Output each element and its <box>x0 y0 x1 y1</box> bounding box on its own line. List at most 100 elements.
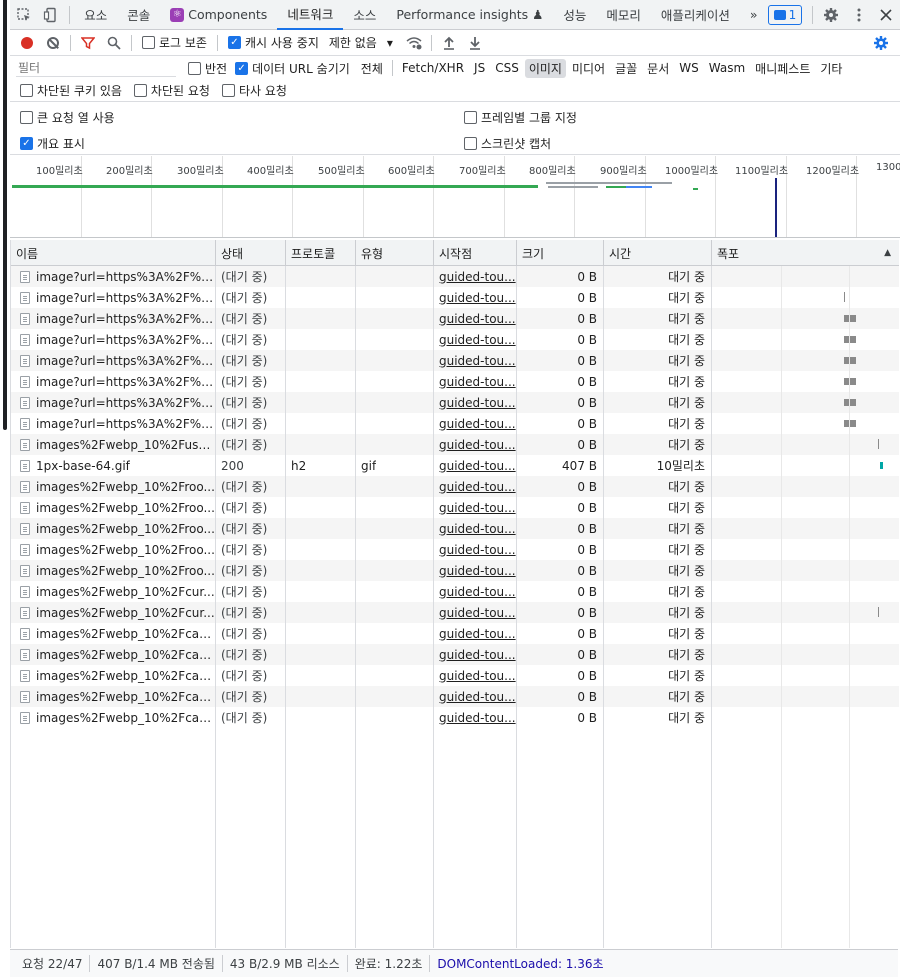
cell-name[interactable]: images%2Fwebp_10%2Fcate... <box>11 707 216 728</box>
initiator-link[interactable]: guided-tou... <box>439 312 516 326</box>
clear-button[interactable] <box>40 30 66 56</box>
initiator-link[interactable]: guided-tou... <box>439 627 516 641</box>
cell-initiator[interactable]: guided-tou... <box>434 539 517 560</box>
type-filter-css[interactable]: CSS <box>491 60 523 76</box>
cell-name[interactable]: image?url=https%3A%2F%2... <box>11 371 216 392</box>
checkbox-box[interactable] <box>20 84 33 97</box>
type-filter-manifest[interactable]: 매니페스트 <box>751 59 814 78</box>
cell-name[interactable]: images%2Fwebp_10%2Fcur... <box>11 581 216 602</box>
cell-initiator[interactable]: guided-tou... <box>434 350 517 371</box>
tab-elements[interactable]: 요소 <box>74 0 117 30</box>
initiator-link[interactable]: guided-tou... <box>439 669 516 683</box>
checkbox-box[interactable] <box>188 61 201 75</box>
cell-initiator[interactable]: guided-tou... <box>434 476 517 497</box>
tab-network[interactable]: 네트워크 <box>277 0 344 30</box>
table-row[interactable]: image?url=https%3A%2F%2... (대기 중) guided-t… <box>11 413 899 434</box>
cell-initiator[interactable]: guided-tou... <box>434 266 517 287</box>
cell-name[interactable]: image?url=https%3A%2F%2... <box>11 392 216 413</box>
cell-initiator[interactable]: guided-tou... <box>434 308 517 329</box>
initiator-link[interactable]: guided-tou... <box>439 543 516 557</box>
column-header-time[interactable]: 시간 <box>604 240 712 266</box>
filter-input[interactable] <box>16 59 176 77</box>
checkbox-box[interactable] <box>464 137 477 150</box>
kebab-menu-icon[interactable] <box>845 0 873 30</box>
table-row[interactable]: images%2Fwebp_10%2Fcate... (대기 중) guided-t… <box>11 644 899 665</box>
initiator-link[interactable]: guided-tou... <box>439 375 516 389</box>
checkbox-box[interactable] <box>221 84 235 97</box>
cell-name[interactable]: images%2Fwebp_10%2Fcate... <box>11 623 216 644</box>
type-filter-img[interactable]: 이미지 <box>524 58 566 78</box>
table-row[interactable]: images%2Fwebp_10%2Fcur... (대기 중) guided-to… <box>11 581 899 602</box>
checkbox-box[interactable] <box>133 84 147 97</box>
table-row[interactable]: images%2Fwebp_10%2Froo... (대기 중) guided-to… <box>11 560 899 581</box>
tab-memory[interactable]: 메모리 <box>596 0 651 30</box>
cell-initiator[interactable]: guided-tou... <box>434 497 517 518</box>
cell-name[interactable]: images%2Fwebp_10%2Fcur... <box>11 602 216 623</box>
group-by-frame-checkbox[interactable]: 프레임별 그룹 지정 <box>464 109 577 126</box>
show-overview-checkbox[interactable]: ✓ 개요 표시 <box>20 135 85 152</box>
type-filter-other[interactable]: 기타 <box>816 59 846 78</box>
table-row[interactable]: image?url=https%3A%2F%2... (대기 중) guided-t… <box>11 287 899 308</box>
type-filter-js[interactable]: JS <box>470 60 489 76</box>
type-filter-doc[interactable]: 문서 <box>643 59 673 78</box>
table-row[interactable]: image?url=https%3A%2F%2... (대기 중) guided-t… <box>11 266 899 287</box>
cell-initiator[interactable]: guided-tou... <box>434 707 517 728</box>
initiator-link[interactable]: guided-tou... <box>439 648 516 662</box>
table-row[interactable]: images%2Fwebp_10%2Froo... (대기 중) guided-to… <box>11 518 899 539</box>
export-har-button[interactable] <box>462 30 488 56</box>
column-header-initiator[interactable]: 시작점 <box>434 240 517 266</box>
cell-initiator[interactable]: guided-tou... <box>434 560 517 581</box>
checkbox-box-checked[interactable]: ✓ <box>20 137 33 150</box>
cell-name[interactable]: images%2Fwebp_10%2Froo... <box>11 539 216 560</box>
tab-performance[interactable]: 성능 <box>553 0 596 30</box>
cell-initiator[interactable]: guided-tou... <box>434 413 517 434</box>
tab-components[interactable]: ⚛ Components <box>160 0 277 30</box>
table-row[interactable]: 1px-base-64.gif 200 h2 gif guided-tou... 407 … <box>11 455 899 476</box>
type-filter-wasm[interactable]: Wasm <box>705 60 749 76</box>
more-tabs-button[interactable]: » <box>740 0 768 30</box>
cell-name[interactable]: images%2Fwebp_10%2Fcate... <box>11 686 216 707</box>
table-row[interactable]: images%2Fwebp_10%2Froo... (대기 중) guided-to… <box>11 539 899 560</box>
cell-name[interactable]: 1px-base-64.gif <box>11 455 216 476</box>
type-filter-fetch-xhr[interactable]: Fetch/XHR <box>398 60 468 76</box>
inspect-element-icon[interactable] <box>10 0 38 30</box>
search-button[interactable] <box>101 30 127 56</box>
cell-initiator[interactable]: guided-tou... <box>434 602 517 623</box>
cell-initiator[interactable]: guided-tou... <box>434 392 517 413</box>
cell-name[interactable]: image?url=https%3A%2F%2... <box>11 350 216 371</box>
gear-icon[interactable] <box>817 0 845 30</box>
issues-badge[interactable]: 1 <box>767 4 803 25</box>
tab-sources[interactable]: 소스 <box>343 0 386 30</box>
cell-name[interactable]: images%2Fwebp_10%2Froo... <box>11 518 216 539</box>
initiator-link[interactable]: guided-tou... <box>439 354 516 368</box>
table-row[interactable]: image?url=https%3A%2F%2... (대기 중) guided-t… <box>11 371 899 392</box>
initiator-link[interactable]: guided-tou... <box>439 333 516 347</box>
cell-initiator[interactable]: guided-tou... <box>434 581 517 602</box>
import-har-button[interactable] <box>436 30 462 56</box>
table-row[interactable]: images%2Fwebp_10%2Froo... (대기 중) guided-to… <box>11 476 899 497</box>
initiator-link[interactable]: guided-tou... <box>439 711 516 725</box>
cell-initiator[interactable]: guided-tou... <box>434 434 517 455</box>
column-header-type[interactable]: 유형 <box>356 240 434 266</box>
table-row[interactable]: image?url=https%3A%2F%2... (대기 중) guided-t… <box>11 350 899 371</box>
initiator-link[interactable]: guided-tou... <box>439 522 516 536</box>
table-row[interactable]: image?url=https%3A%2F%2... (대기 중) guided-t… <box>11 308 899 329</box>
cell-name[interactable]: images%2Fwebp_10%2Fcate... <box>11 644 216 665</box>
network-overview-timeline[interactable]: 100밀리초 200밀리초 300밀리초 400밀리초 500밀리초 600밀리… <box>10 156 900 238</box>
checkbox-box-checked[interactable]: ✓ <box>227 36 241 49</box>
initiator-link[interactable]: guided-tou... <box>439 396 516 410</box>
cell-name[interactable]: images%2Fwebp_10%2Froo... <box>11 497 216 518</box>
column-header-name[interactable]: 이름 <box>11 240 216 266</box>
type-filter-all[interactable]: 전체 <box>357 59 387 78</box>
cell-initiator[interactable]: guided-tou... <box>434 665 517 686</box>
table-row[interactable]: images%2Fwebp_10%2Fcur... (대기 중) guided-to… <box>11 602 899 623</box>
invert-checkbox[interactable]: 반전 <box>188 60 227 77</box>
table-row[interactable]: images%2Fwebp_10%2Fcate... (대기 중) guided-t… <box>11 686 899 707</box>
initiator-link[interactable]: guided-tou... <box>439 291 516 305</box>
cell-initiator[interactable]: guided-tou... <box>434 371 517 392</box>
checkbox-box[interactable] <box>142 36 155 49</box>
cell-name[interactable]: images%2Fwebp_10%2Fuser... <box>11 434 216 455</box>
device-toolbar-icon[interactable] <box>38 0 66 30</box>
table-row[interactable]: images%2Fwebp_10%2Fcate... (대기 중) guided-t… <box>11 707 899 728</box>
tab-performance-insights[interactable]: Performance insights ♟ <box>386 0 553 30</box>
